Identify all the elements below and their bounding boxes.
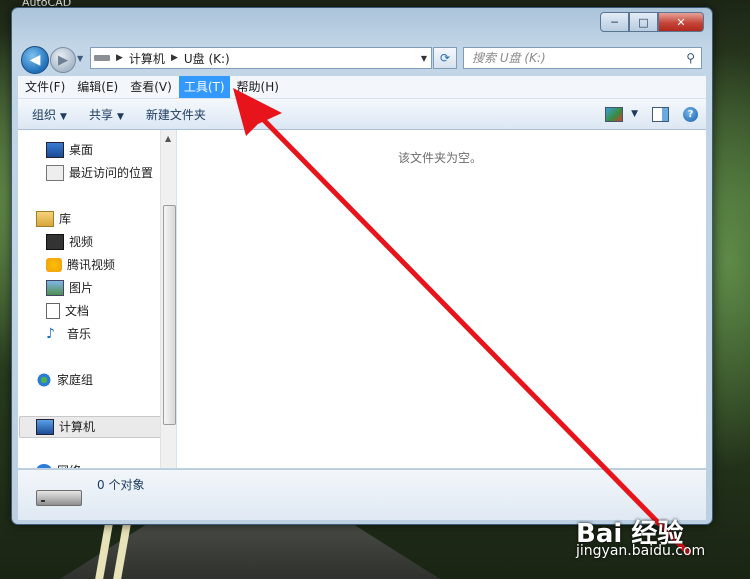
- sidebar-item-label: 库: [59, 212, 72, 226]
- content-area: 桌面 最近访问的位置 库 视频 腾讯视频 图片 文档 ♪ 音乐 家庭组 计算机 …: [18, 130, 706, 468]
- sidebar-item-recent[interactable]: 最近访问的位置: [46, 163, 153, 183]
- nav-scrollbar[interactable]: ▲: [160, 130, 176, 468]
- breadcrumb-separator[interactable]: ▶: [114, 53, 125, 63]
- desktop-icon: [46, 142, 64, 158]
- menu-help[interactable]: 帮助(H): [232, 76, 284, 98]
- command-bar: 组织 ▼ 共享 ▼ 新建文件夹 ▼ ?: [18, 99, 706, 130]
- back-button[interactable]: ◀: [21, 46, 49, 74]
- video-icon: [46, 234, 64, 250]
- breadcrumb-computer[interactable]: 计算机: [125, 50, 169, 67]
- recent-pages-dropdown[interactable]: ▼: [77, 54, 83, 63]
- scrollbar-thumb[interactable]: [163, 205, 176, 425]
- window-controls: ─ □ ✕: [600, 12, 704, 32]
- sidebar-item-homegroup[interactable]: 家庭组: [36, 370, 93, 390]
- network-icon: [36, 464, 52, 468]
- sidebar-item-music[interactable]: ♪ 音乐: [46, 324, 91, 344]
- computer-icon: [36, 419, 54, 435]
- address-dropdown-icon[interactable]: ▼: [421, 54, 427, 63]
- sidebar-item-documents[interactable]: 文档: [46, 301, 89, 321]
- view-icon: [605, 106, 624, 122]
- drive-icon: [94, 55, 110, 61]
- sidebar-item-network[interactable]: 网络: [36, 461, 81, 468]
- refresh-icon: ⟳: [439, 51, 451, 65]
- chevron-down-icon: ▼: [116, 111, 124, 122]
- new-folder-button[interactable]: 新建文件夹: [138, 106, 214, 123]
- sidebar-item-library[interactable]: 库: [36, 209, 71, 229]
- sidebar-item-label: 家庭组: [57, 373, 94, 387]
- documents-icon: [46, 303, 60, 319]
- pane-divider[interactable]: [176, 130, 177, 468]
- minimize-button[interactable]: ─: [600, 12, 629, 32]
- sidebar-item-label: 文档: [65, 304, 90, 318]
- forward-button[interactable]: ▶: [50, 47, 76, 73]
- menu-file[interactable]: 文件(F): [20, 76, 70, 98]
- breadcrumb-separator[interactable]: ▶: [169, 53, 180, 63]
- help-icon[interactable]: ?: [683, 106, 698, 122]
- sidebar-item-desktop[interactable]: 桌面: [46, 140, 93, 160]
- refresh-button[interactable]: ⟳: [433, 47, 457, 69]
- scroll-up-icon[interactable]: ▲: [165, 134, 171, 143]
- tencent-video-icon: [46, 258, 62, 272]
- toolbar-right: ▼ ?: [605, 106, 698, 122]
- share-button[interactable]: 共享 ▼: [81, 106, 132, 123]
- sidebar-item-tencent-video[interactable]: 腾讯视频: [46, 255, 115, 275]
- navigation-pane: 桌面 最近访问的位置 库 视频 腾讯视频 图片 文档 ♪ 音乐 家庭组 计算机 …: [18, 130, 176, 468]
- menu-view[interactable]: 查看(V): [125, 76, 177, 98]
- organize-label: 组织: [32, 107, 57, 122]
- menu-edit[interactable]: 编辑(E): [72, 76, 123, 98]
- address-bar[interactable]: ▶ 计算机 ▶ U盘 (K:) ▼: [90, 47, 432, 69]
- menu-tools[interactable]: 工具(T): [178, 76, 230, 98]
- search-icon[interactable]: ⚲: [686, 51, 695, 65]
- chevron-down-icon: ▼: [631, 109, 638, 119]
- sidebar-item-label: 图片: [69, 281, 94, 295]
- sidebar-item-label: 网络: [57, 461, 81, 468]
- maximize-button[interactable]: □: [629, 12, 658, 32]
- close-button[interactable]: ✕: [658, 12, 704, 32]
- sidebar-item-label: 最近访问的位置: [69, 166, 154, 180]
- item-count: 0 个对象: [97, 478, 145, 492]
- change-view-button[interactable]: ▼: [605, 106, 638, 122]
- explorer-window: ─ □ ✕ ◀ ▶ ▼ ▶ 计算机 ▶ U盘 (K:) ▼ ⟳ ⚲ 文件(F) …: [11, 7, 713, 525]
- share-label: 共享: [88, 107, 113, 122]
- recent-places-icon: [46, 165, 64, 181]
- sidebar-item-computer[interactable]: 计算机: [19, 416, 173, 438]
- sidebar-item-label: 音乐: [67, 327, 92, 341]
- watermark-url: jingyan.baidu.com: [576, 543, 706, 559]
- sidebar-item-label: 桌面: [69, 143, 94, 157]
- organize-button[interactable]: 组织 ▼: [24, 106, 75, 123]
- pictures-icon: [46, 280, 64, 296]
- menu-bar: 文件(F) 编辑(E) 查看(V) 工具(T) 帮助(H): [18, 76, 706, 99]
- search-box[interactable]: ⚲: [463, 47, 702, 69]
- music-icon: ♪: [46, 326, 55, 342]
- empty-folder-message: 该文件夹为空。: [398, 151, 483, 165]
- chevron-down-icon: ▼: [60, 111, 67, 122]
- sidebar-item-label: 视频: [69, 235, 94, 249]
- sidebar-item-pictures[interactable]: 图片: [46, 278, 93, 298]
- preview-pane-icon[interactable]: [652, 106, 669, 122]
- homegroup-icon: [36, 373, 52, 387]
- sidebar-item-video[interactable]: 视频: [46, 232, 93, 252]
- sidebar-item-label: 计算机: [59, 420, 96, 434]
- library-icon: [36, 211, 54, 227]
- sidebar-item-label: 腾讯视频: [67, 258, 116, 272]
- usb-drive-icon: [36, 490, 82, 506]
- breadcrumb-usb-drive[interactable]: U盘 (K:): [180, 50, 234, 67]
- search-input[interactable]: [464, 51, 682, 65]
